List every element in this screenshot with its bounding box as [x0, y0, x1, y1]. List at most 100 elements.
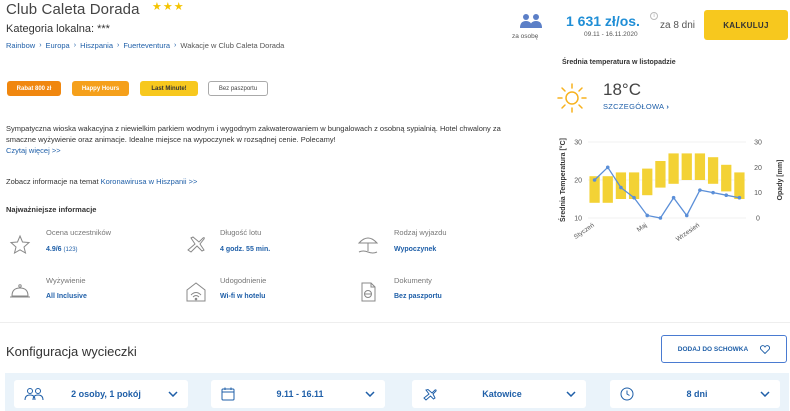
section-divider: [0, 322, 790, 323]
plane-icon: [187, 236, 205, 253]
y-tick-right: 10: [754, 190, 762, 197]
add-button-label: DODAJ DO SCHOWKA: [677, 345, 749, 353]
temperature-bar: [681, 153, 692, 180]
sun-icon: [557, 83, 587, 113]
y-axis-label-right: Opady [mm]: [777, 160, 784, 201]
info-value-trip-type: Wypoczynek: [394, 246, 437, 253]
info-label: Wyżywienie: [46, 276, 86, 285]
breadcrumb-separator: ›: [39, 42, 42, 49]
y-tick-left: 10: [574, 216, 582, 223]
no-passport-badge: Bez paszportu: [208, 81, 268, 96]
discount-badge: Rabat 800 zł: [7, 81, 61, 96]
departure-value: Katowice: [482, 389, 522, 399]
breadcrumb-separator: ›: [73, 42, 77, 49]
per-person-label: za osobę: [512, 33, 539, 40]
rainfall-point: [737, 195, 742, 200]
breadcrumb-item[interactable]: Fuerteventura: [123, 41, 170, 50]
rainfall-point: [658, 216, 663, 220]
rainfall-point: [684, 213, 689, 218]
add-to-clipboard-button[interactable]: DODAJ DO SCHOWKA: [661, 335, 787, 363]
key-info-title: Najważniejsze informacje: [6, 205, 97, 214]
temperature-title: Średnia temperatura w listopadzie: [562, 59, 676, 66]
price-dates: 09.11 - 16.11.2020: [584, 31, 638, 38]
x-tick-label: Styczeń: [573, 222, 596, 241]
chevron-right-icon: ›: [666, 102, 670, 111]
info-label: Dokumenty: [394, 276, 432, 285]
price: 1 631 zł/os.: [566, 13, 640, 29]
y-tick-right: 30: [754, 140, 762, 147]
temperature-bar: [655, 161, 666, 188]
calculate-button[interactable]: KALKULUJ: [704, 10, 788, 40]
duration-value: 8 dni: [686, 389, 708, 399]
calendar-icon: [221, 387, 235, 401]
y-tick-right: 0: [756, 216, 760, 223]
y-tick-left: 20: [574, 178, 582, 185]
dates-value: 9.11 - 16.11: [276, 389, 324, 399]
breadcrumb-separator: ›: [117, 42, 120, 49]
covid-link[interactable]: Koronawirusa w Hiszpanii >>: [101, 177, 198, 186]
info-value-board: All Inclusive: [46, 293, 87, 300]
read-more-link[interactable]: Czytaj więcej >>: [6, 146, 61, 155]
departure-dropdown[interactable]: Katowice: [412, 380, 586, 408]
breadcrumb-current: Wakacje w Club Caleta Dorada: [180, 41, 285, 50]
covid-prefix: Zobacz informacje na temat: [6, 177, 101, 186]
wifi-icon: [186, 282, 206, 302]
rainfall-point: [645, 213, 650, 218]
rainfall-point: [592, 178, 597, 182]
y-tick-right: 20: [754, 165, 762, 172]
rainfall-point: [711, 190, 715, 195]
breadcrumb-separator: ›: [174, 42, 177, 49]
info-label: Ocena uczestników: [46, 228, 112, 237]
breadcrumb-item[interactable]: Europa: [46, 41, 70, 50]
info-value-flight: 4 godz. 55 min.: [220, 246, 271, 253]
hotel-category: Kategoria lokalna: ***: [6, 23, 110, 35]
y-axis-label-left: Średnia Temperatura [°C]: [558, 138, 567, 222]
temperature-bar: [602, 176, 613, 203]
temperature-value: 18°C: [603, 80, 641, 99]
chevron-down-icon: [566, 391, 576, 397]
rainfall-point: [632, 195, 636, 200]
detailed-weather-link[interactable]: SZCZEGÓŁOWA ›: [603, 102, 669, 111]
temperature-bar: [668, 153, 679, 184]
breadcrumb-item[interactable]: Rainbow: [6, 41, 35, 50]
config-title: Konfiguracja wycieczki: [6, 344, 137, 359]
info-value-rating: 4.9/6 (123): [46, 246, 78, 253]
travelers-dropdown[interactable]: 2 osoby, 1 pokój: [14, 380, 188, 408]
food-cloche-icon: [10, 284, 30, 298]
info-value-amenity: Wi-fi w hotelu: [220, 293, 266, 300]
rainfall-point: [671, 195, 676, 200]
x-tick-label: Wrzesień: [675, 222, 701, 243]
covid-info: Zobacz informacje na temat Koronawirusa …: [6, 177, 197, 186]
rating-star-icon: [9, 234, 31, 255]
temperature-bar: [615, 172, 627, 199]
temperature-bar: [694, 153, 706, 180]
x-tick-label: Maj: [636, 222, 649, 234]
document-icon: [361, 282, 376, 302]
chevron-down-icon: [760, 391, 770, 397]
detail-link-label: SZCZEGÓŁOWA: [603, 102, 664, 111]
breadcrumb-item[interactable]: Hiszpania: [80, 41, 113, 50]
info-value-documents: Bez paszportu: [394, 293, 442, 300]
people-icon: [24, 388, 44, 401]
rainfall-point: [724, 193, 729, 197]
duration-label: za 8 dni: [660, 20, 696, 31]
last-minute-badge: Last Minute!: [140, 81, 198, 96]
chevron-down-icon: [168, 391, 178, 397]
breadcrumb: Rainbow › Europa › Hiszpania › Fuerteven…: [6, 41, 284, 50]
temperature-bar: [707, 157, 719, 184]
info-label: Udogodnienie: [220, 276, 267, 285]
temperature-bar: [642, 168, 653, 196]
rating-count: (123): [63, 247, 78, 253]
chevron-down-icon: [365, 391, 375, 397]
plane-icon: [423, 388, 437, 401]
info-icon[interactable]: i: [650, 12, 658, 20]
duration-dropdown[interactable]: 8 dni: [610, 380, 780, 408]
temperature-bar: [721, 164, 732, 192]
dates-dropdown[interactable]: 9.11 - 16.11: [211, 380, 385, 408]
hotel-description: Sympatyczna wioska wakacyjna z niewielki…: [6, 124, 501, 144]
beach-umbrella-icon: [357, 237, 379, 254]
weather-chart: 30 20 10 30 20 10 0 Styczeń Maj Wrzesień Średnia T…: [558, 138, 784, 243]
happy-hours-badge: Happy Hours: [72, 81, 129, 96]
rainfall-point: [698, 188, 702, 192]
info-label: Długość lotu: [220, 228, 262, 237]
